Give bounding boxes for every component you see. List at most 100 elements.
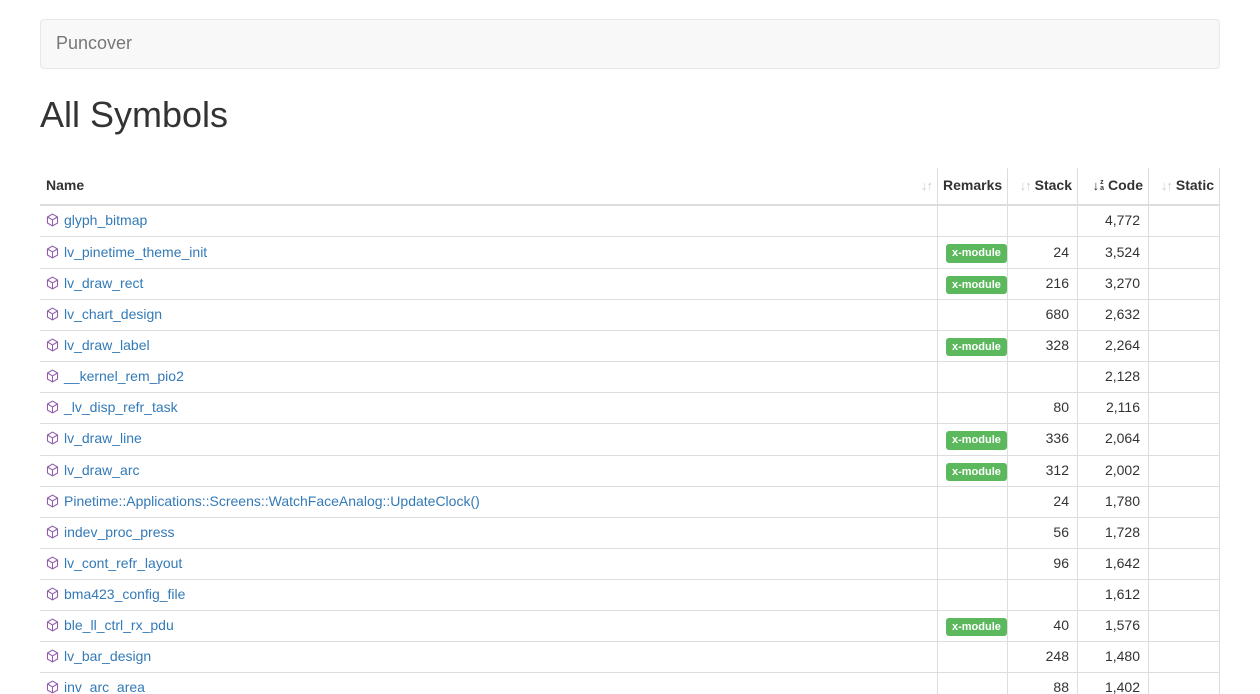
stack-value: 248 [1008,642,1078,673]
symbol-link[interactable]: lv_pinetime_theme_init [64,244,207,260]
sort-descending-z-a-icon: ↓ za [1093,177,1104,196]
symbol-link[interactable]: Pinetime::Applications::Screens::WatchFa… [64,493,480,509]
x-module-badge: x-module [946,618,1007,636]
code-value: 3,524 [1078,237,1149,268]
symbol-link[interactable]: bma423_config_file [64,586,185,602]
stack-value: 216 [1008,268,1078,299]
static-value [1149,486,1220,517]
stack-value: 312 [1008,455,1078,486]
package-cube-icon [46,525,59,539]
column-header-code[interactable]: ↓ za Code [1078,168,1149,205]
column-label: Static [1176,176,1214,196]
package-cube-icon [46,213,59,227]
static-value [1149,610,1220,641]
symbol-link[interactable]: lv_draw_line [64,430,142,446]
code-value: 3,270 [1078,268,1149,299]
table-row: lv_cont_refr_layout 96 1,642 [40,548,1220,579]
symbol-link[interactable]: ble_ll_ctrl_rx_pdu [64,617,174,633]
code-value: 2,632 [1078,299,1149,330]
package-cube-icon [46,307,59,321]
stack-value: 680 [1008,299,1078,330]
stack-value: 24 [1008,237,1078,268]
code-value: 2,064 [1078,424,1149,455]
stack-value [1008,205,1078,236]
symbol-link[interactable]: _lv_disp_refr_task [64,399,178,415]
package-cube-icon [46,276,59,290]
stack-value: 328 [1008,330,1078,361]
symbol-link[interactable]: lv_draw_arc [64,462,139,478]
table-row: lv_bar_design 248 1,480 [40,642,1220,673]
package-cube-icon [46,618,59,632]
code-value: 1,780 [1078,486,1149,517]
code-value: 1,402 [1078,673,1149,694]
x-module-badge: x-module [946,244,1007,262]
package-cube-icon [46,556,59,570]
table-row: lv_draw_arc x-module 312 2,002 [40,455,1220,486]
code-value: 1,728 [1078,517,1149,548]
navbar-brand[interactable]: Puncover [41,31,147,57]
stack-value: 56 [1008,517,1078,548]
static-value [1149,330,1220,361]
x-module-badge: x-module [946,338,1007,356]
static-value [1149,517,1220,548]
table-row: lv_draw_rect x-module 216 3,270 [40,268,1220,299]
sort-both-arrows-icon: ↓↑ [1020,177,1031,196]
package-cube-icon [46,369,59,383]
code-value: 1,612 [1078,579,1149,610]
stack-value [1008,579,1078,610]
table-row: ble_ll_ctrl_rx_pdu x-module 40 1,576 [40,610,1220,641]
stack-value: 24 [1008,486,1078,517]
symbol-link[interactable]: __kernel_rem_pio2 [64,368,184,384]
package-cube-icon [46,431,59,445]
column-header-static[interactable]: ↓↑ Static [1149,168,1220,205]
symbol-link[interactable]: indev_proc_press [64,524,175,540]
column-header-name[interactable]: Name ↓↑ [40,168,938,205]
symbols-table: Name ↓↑ Remarks ↓↑ Stack [40,168,1220,694]
column-label: Remarks [943,176,1002,196]
symbol-link[interactable]: lv_draw_label [64,337,150,353]
symbol-link[interactable]: inv_arc_area [64,679,145,694]
static-value [1149,579,1220,610]
table-row: lv_chart_design 680 2,632 [40,299,1220,330]
static-value [1149,299,1220,330]
stack-value: 80 [1008,393,1078,424]
stack-value: 336 [1008,424,1078,455]
static-value [1149,362,1220,393]
symbol-link[interactable]: lv_chart_design [64,306,162,322]
column-header-stack[interactable]: ↓↑ Stack [1008,168,1078,205]
symbol-link[interactable]: glyph_bitmap [64,212,147,228]
sort-both-arrows-icon: ↓↑ [921,177,932,196]
table-row: Pinetime::Applications::Screens::WatchFa… [40,486,1220,517]
code-value: 2,002 [1078,455,1149,486]
code-value: 1,642 [1078,548,1149,579]
package-cube-icon [46,587,59,601]
code-value: 2,128 [1078,362,1149,393]
symbol-link[interactable]: lv_cont_refr_layout [64,555,182,571]
table-row: lv_pinetime_theme_init x-module 24 3,524 [40,237,1220,268]
table-body: glyph_bitmap 4,772 lv_pinetime_theme_ini… [40,205,1220,694]
static-value [1149,424,1220,455]
stack-value [1008,362,1078,393]
package-cube-icon [46,245,59,259]
static-value [1149,673,1220,694]
package-cube-icon [46,338,59,352]
static-value [1149,205,1220,236]
page-title: All Symbols [40,89,1220,140]
static-value [1149,455,1220,486]
code-value: 2,116 [1078,393,1149,424]
table-row: lv_draw_label x-module 328 2,264 [40,330,1220,361]
static-value [1149,548,1220,579]
symbol-link[interactable]: lv_draw_rect [64,275,143,291]
x-module-badge: x-module [946,431,1007,449]
table-row: _lv_disp_refr_task 80 2,116 [40,393,1220,424]
column-header-remarks[interactable]: Remarks [938,168,1008,205]
sort-both-arrows-icon: ↓↑ [1161,177,1172,196]
symbol-link[interactable]: lv_bar_design [64,648,151,664]
static-value [1149,393,1220,424]
table-header-row: Name ↓↑ Remarks ↓↑ Stack [40,168,1220,205]
code-value: 2,264 [1078,330,1149,361]
stack-value: 40 [1008,610,1078,641]
static-value [1149,237,1220,268]
column-label: Stack [1035,176,1072,196]
table-row: __kernel_rem_pio2 2,128 [40,362,1220,393]
